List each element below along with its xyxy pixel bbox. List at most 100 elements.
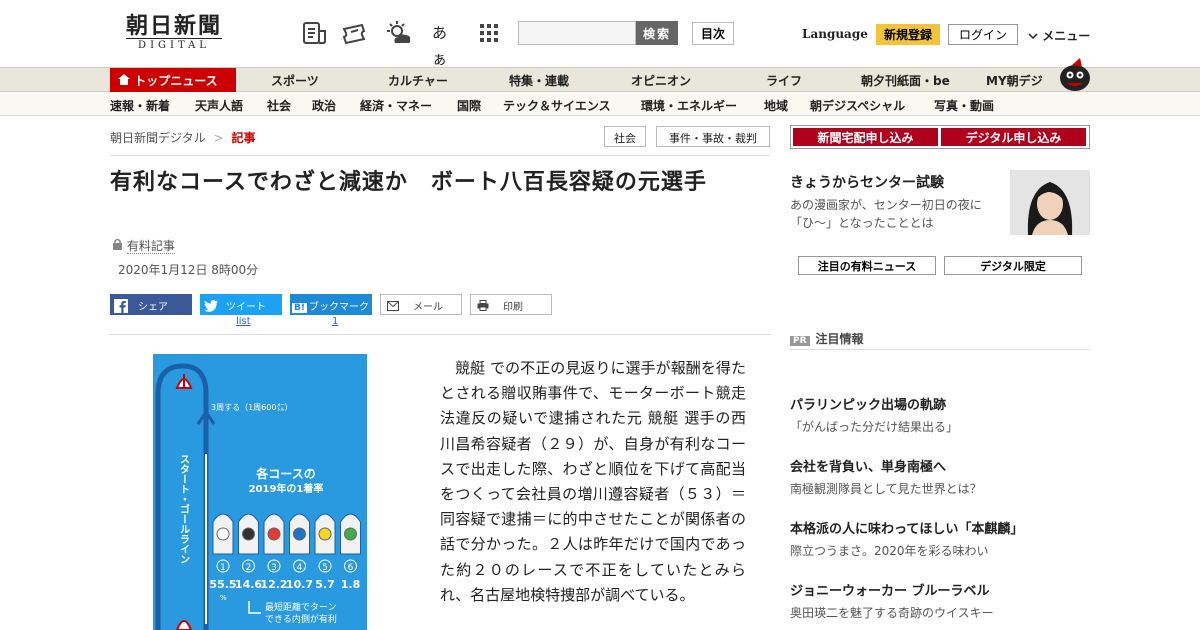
race-course-diagram: 3周する（1周600㍍） スタート・ゴールライン 各コースの 2019年の1着率… — [155, 363, 361, 630]
print-button[interactable]: 印刷 — [470, 294, 552, 315]
premium-news-button[interactable]: 注目の有料ニュース — [798, 256, 936, 275]
laps-label: 3周する（1周600㍍） — [211, 402, 292, 412]
menu-label: メニュー — [1042, 29, 1091, 43]
nav2-environment[interactable]: 環境・エネルギー — [641, 97, 737, 114]
nav2-economy[interactable]: 経済・マネー — [360, 97, 432, 114]
newspaper-subscribe-button[interactable]: 新聞宅配申し込み — [793, 128, 938, 146]
search-button[interactable]: 検索 — [636, 21, 678, 45]
breadcrumb: 朝日新聞デジタル > 記事 — [110, 129, 256, 146]
lock-icon — [113, 238, 122, 250]
nav2-politics[interactable]: 政治 — [312, 97, 336, 114]
feature-photo[interactable] — [1010, 170, 1090, 235]
racer-lane-3 — [267, 527, 281, 541]
nav2-photo-video[interactable]: 写真・動画 — [934, 97, 994, 114]
note-line1: 最短距離でターン — [265, 601, 337, 613]
nav-culture[interactable]: カルチャー — [388, 72, 448, 89]
pr-item-desc: 奥田瑛二を魅了する奇跡のウイスキー — [790, 606, 994, 620]
site-logo[interactable]: 朝日新聞 DIGITAL — [118, 14, 230, 54]
breadcrumb-home[interactable]: 朝日新聞デジタル — [110, 131, 206, 145]
nav-features[interactable]: 特集・連載 — [509, 72, 569, 89]
facebook-share-button[interactable]: シェア — [110, 294, 192, 315]
pr-item-title: 会社を背負い、単身南極へ — [790, 460, 947, 475]
nav2-tensei-jingo[interactable]: 天声人語 — [195, 97, 243, 114]
nav-opinion[interactable]: オピニオン — [631, 72, 691, 89]
digital-only-button[interactable]: デジタル限定 — [944, 256, 1082, 275]
tag-society[interactable]: 社会 — [604, 126, 646, 147]
tag-incident[interactable]: 事件・事故・裁判 — [656, 126, 770, 147]
twitter-count[interactable]: list — [236, 316, 251, 327]
start-line-label: スタート・ゴールライン — [178, 454, 190, 564]
language-link[interactable]: Language — [802, 27, 868, 41]
pr-item-title: 本格派の人に味わってほしい「本麒麟」 — [790, 522, 1024, 537]
mail-icon — [387, 301, 399, 311]
logo-sub: DIGITAL — [126, 38, 222, 52]
lane-number: 4 — [297, 563, 303, 573]
pr-item[interactable]: ジョニーウォーカー ブルーラベル 奥田瑛二を魅了する奇跡のウイスキー — [790, 580, 1090, 621]
font-size-icon[interactable]: あぁ — [432, 20, 458, 68]
pr-item[interactable]: 本格派の人に味わってほしい「本麒麟」 際立つうまさ。2020年を彩る味わい — [790, 518, 1090, 559]
note-line2: できる内側が有利 — [265, 613, 337, 625]
portrait-image — [1010, 170, 1090, 235]
twitter-icon — [204, 300, 218, 312]
nav-top-news[interactable]: トップニュース — [110, 68, 236, 92]
search-input[interactable] — [518, 21, 636, 45]
ticket-icon[interactable] — [342, 20, 368, 46]
lane-number: 2 — [246, 563, 252, 573]
pr-item[interactable]: パラリンピック出場の軌跡 「がんばった分だけ結果出る」 — [790, 394, 1090, 435]
lane-win-rate: 1.8 — [341, 578, 361, 591]
login-button[interactable]: ログイン — [948, 24, 1018, 45]
lane-number: 6 — [348, 563, 354, 573]
nav-newspaper[interactable]: 朝夕刊紙面・be — [861, 72, 950, 89]
feature-desc[interactable]: あの漫画家が、センター初日の夜に「ひ～」となったこととは — [790, 196, 1004, 232]
nav-my-asadigi[interactable]: MY朝デジ — [986, 72, 1043, 89]
digital-subscribe-button[interactable]: デジタル申し込み — [941, 128, 1086, 146]
home-icon — [118, 74, 130, 85]
nav2-special[interactable]: 朝デジスペシャル — [810, 97, 905, 114]
nav2-tech[interactable]: テック＆サイエンス — [503, 97, 611, 114]
nav2-region[interactable]: 地域 — [764, 97, 788, 114]
pr-item[interactable]: 会社を背負い、単身南極へ 南極観測隊員として見た世界とは？ — [790, 456, 1090, 497]
register-button[interactable]: 新規登録 — [876, 24, 940, 45]
hatena-icon: B! — [292, 303, 307, 313]
pr-section: PR 注目情報 パラリンピック出場の軌跡 「がんばった分だけ結果出る」 会社を背負… — [790, 330, 1090, 620]
timestamp: 2020年1月12日 8時00分 — [118, 263, 259, 277]
hatena-bookmark-button[interactable]: B! ブックマーク — [290, 294, 372, 315]
grid-menu-icon[interactable] — [476, 20, 502, 46]
twitter-share-button[interactable]: ツイート — [200, 294, 282, 315]
menu-button[interactable]: メニュー — [1028, 27, 1090, 44]
print-label: 印刷 — [503, 302, 523, 313]
primary-nav: トップニュース スポーツ カルチャー 特集・連載 オピニオン ライフ 朝夕刊紙面… — [0, 67, 1200, 92]
mail-share-button[interactable]: メール — [380, 294, 462, 315]
twitter-share-label: ツイート — [226, 302, 266, 313]
page-title: 有利なコースでわざと減速か ボート八百長容疑の元選手 — [110, 170, 707, 195]
index-button[interactable]: 目次 — [692, 22, 734, 45]
logo-main: 朝日新聞 — [125, 13, 222, 39]
nav-life[interactable]: ライフ — [766, 72, 802, 89]
article-body: 競艇 での不正の見返りに選手が報酬を得たとされる贈収賄事件で、モーターボート競走… — [440, 356, 746, 608]
breadcrumb-separator: > — [213, 131, 224, 145]
paid-article-label: 有料記事 — [112, 237, 175, 254]
breadcrumb-current: 記事 — [231, 131, 256, 145]
facebook-icon — [114, 299, 128, 313]
chart-title-line2: 2019年の1着率 — [249, 482, 324, 495]
pr-item-title: ジョニーウォーカー ブルーラベル — [790, 584, 990, 599]
article-figure[interactable]: 3周する（1周600㍍） スタート・ゴールライン 各コースの 2019年の1着率… — [153, 354, 367, 630]
hatena-count[interactable]: 1 — [332, 316, 338, 327]
nav2-society[interactable]: 社会 — [267, 97, 291, 114]
site-header: 朝日新聞 DIGITAL あぁ 検索 目次 Language 新規登録 ログイン — [0, 0, 1200, 68]
racer-lane-5 — [318, 527, 332, 541]
nav2-international[interactable]: 国際 — [457, 97, 481, 114]
paid-article-text[interactable]: 有料記事 — [126, 239, 175, 254]
newspaper-list-icon[interactable] — [301, 20, 327, 46]
print-icon — [477, 300, 489, 311]
weather-icon[interactable] — [386, 20, 412, 46]
divider — [110, 155, 770, 156]
lane-number: 1 — [220, 563, 226, 573]
secondary-nav: 速報・新着 天声人語 社会 政治 経済・マネー 国際 テック＆サイエンス 環境・… — [0, 93, 1200, 116]
lane-win-rate: 10.7 — [286, 578, 313, 591]
nav2-breaking[interactable]: 速報・新着 — [110, 97, 170, 114]
lane-win-rate: 55.5 — [209, 578, 236, 591]
pr-heading: PR 注目情報 — [790, 330, 1090, 350]
feature-title[interactable]: きょうからセンター試験 — [790, 172, 944, 192]
nav-sports[interactable]: スポーツ — [271, 72, 319, 89]
